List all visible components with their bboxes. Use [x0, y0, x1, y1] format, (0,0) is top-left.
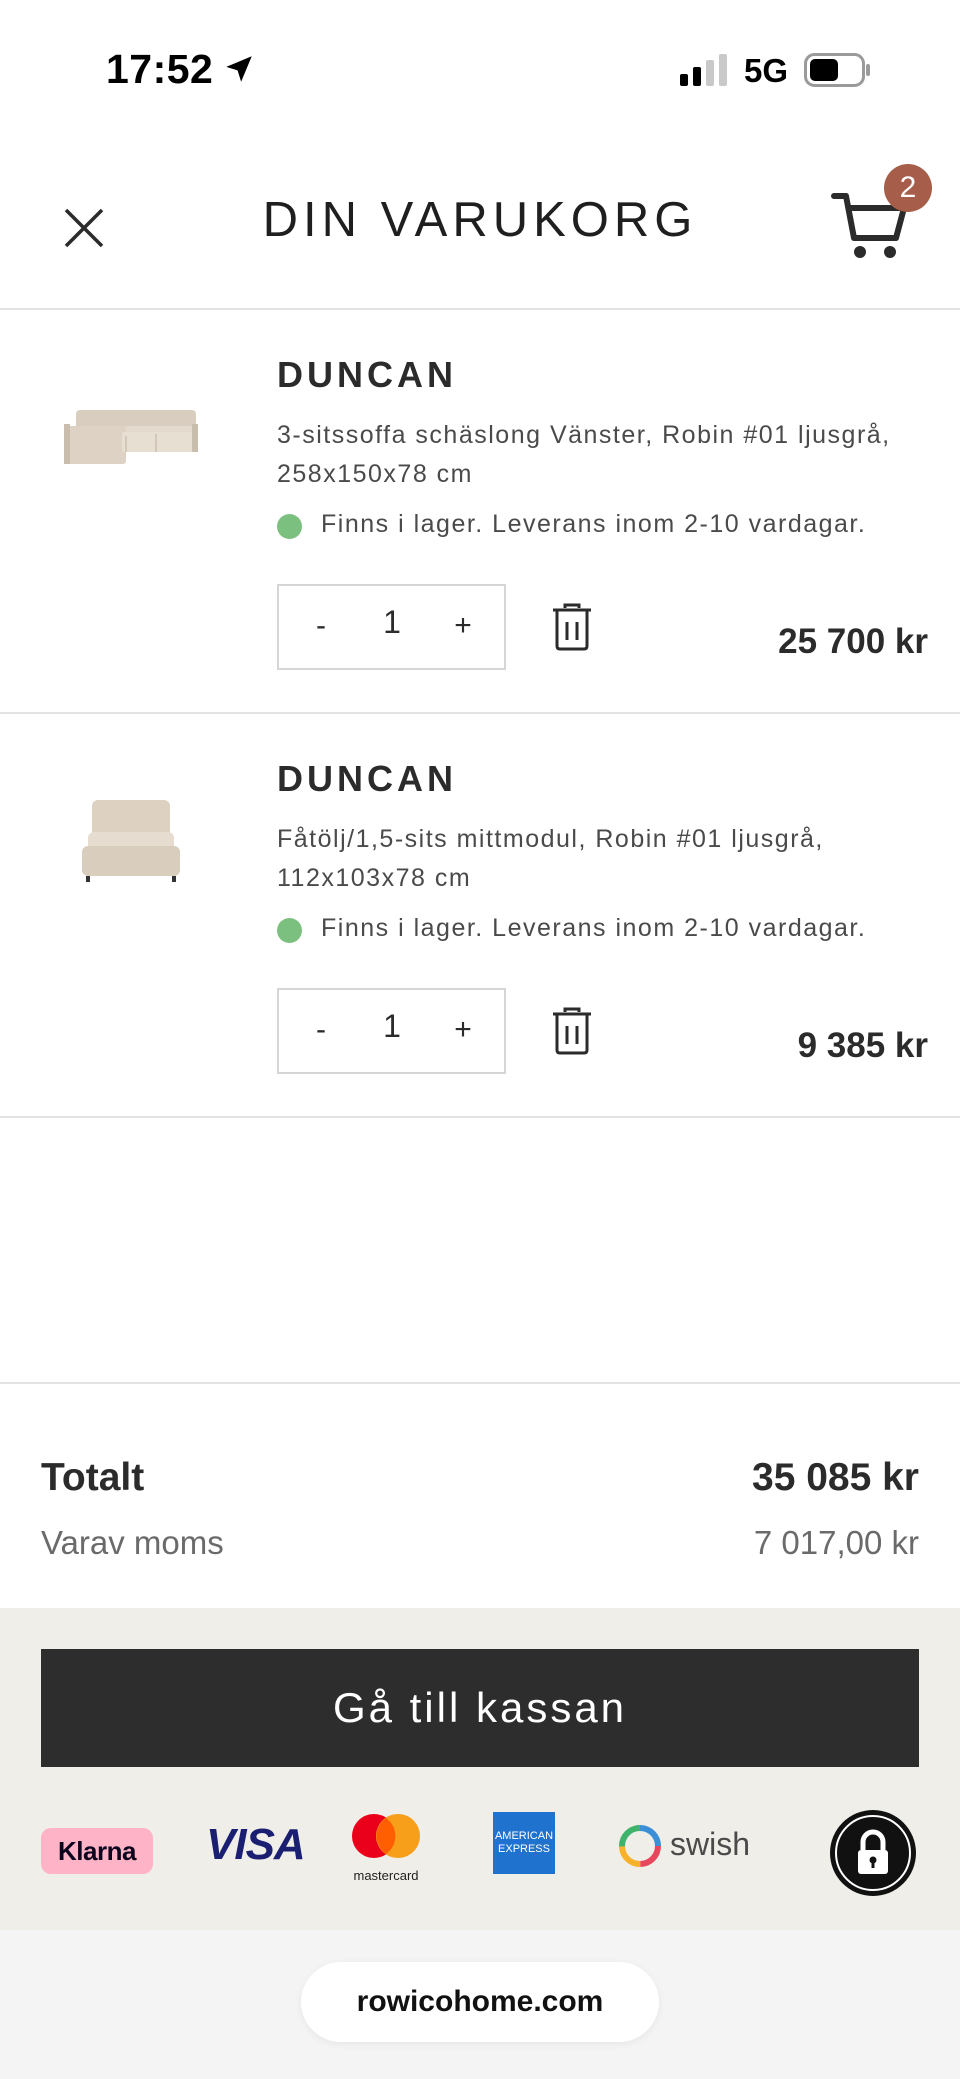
stock-status-text: Finns i lager. Leverans inom 2-10 vardag… [321, 914, 867, 942]
status-time: 17:52 [106, 46, 214, 92]
swish-logo: swish [616, 1822, 750, 1872]
quantity-value[interactable]: 1 [361, 604, 423, 641]
quantity-value[interactable]: 1 [361, 1008, 423, 1045]
quantity-stepper: - 1 + [277, 584, 506, 670]
url-bar[interactable]: rowicohome.com [301, 1962, 659, 2042]
visa-logo: VISA [206, 1820, 306, 1869]
payment-methods: Klarna VISA mastercard AMERICAN EXPRESS … [0, 1808, 960, 1898]
increase-quantity-button[interactable]: + [443, 606, 483, 650]
vat-label: Varav moms [41, 1524, 224, 1561]
vat-value: 7 017,00 kr [753, 1524, 919, 1561]
item-price: 9 385 kr [797, 1026, 928, 1065]
stock-status-dot [277, 514, 302, 539]
trash-icon[interactable] [550, 602, 594, 652]
product-image-sofa[interactable] [56, 388, 206, 488]
product-description: Fåtölj/1,5-sits mittmodul, Robin #01 lju… [277, 825, 824, 892]
product-description: 3-sitssoffa schäslong Vänster, Robin #01… [277, 421, 891, 488]
mastercard-circles-icon [352, 1814, 420, 1858]
checkout-area: Gå till kassan Klarna VISA mastercard AM… [0, 1608, 960, 1930]
item-price: 25 700 kr [778, 622, 928, 661]
product-name[interactable]: DUNCAN [277, 758, 457, 800]
decrease-quantity-button[interactable]: - [301, 606, 341, 650]
quantity-stepper: - 1 + [277, 988, 506, 1074]
network-label: 5G [744, 52, 789, 89]
total-label: Totalt [41, 1456, 145, 1499]
cart-count-badge: 2 [884, 164, 932, 212]
stock-status-dot [277, 918, 302, 943]
decrease-quantity-button[interactable]: - [301, 1010, 341, 1054]
cart-header: DIN VARUKORG 2 [0, 140, 960, 310]
mastercard-logo: mastercard [344, 1812, 428, 1883]
signal-icon [680, 54, 727, 86]
klarna-logo: Klarna [41, 1828, 153, 1874]
swish-icon [619, 1825, 661, 1867]
increase-quantity-button[interactable]: + [443, 1010, 483, 1054]
swish-label: swish [670, 1826, 751, 1862]
total-value: 35 085 kr [752, 1456, 919, 1499]
checkout-button[interactable]: Gå till kassan [41, 1649, 919, 1767]
cart-item: DUNCAN 3-sitssoffa schäslong Vänster, Ro… [0, 310, 960, 714]
trash-icon[interactable] [550, 1006, 594, 1056]
amex-logo: AMERICAN EXPRESS [493, 1812, 555, 1874]
totals-divider [0, 1382, 960, 1384]
product-name[interactable]: DUNCAN [277, 354, 457, 396]
trygg-lock-icon [830, 1810, 916, 1896]
cart-item: DUNCAN Fåtölj/1,5-sits mittmodul, Robin … [0, 714, 960, 1118]
location-arrow-icon [226, 56, 252, 82]
mastercard-label: mastercard [353, 1868, 419, 1883]
browser-bar: rowicohome.com [0, 1930, 960, 2079]
battery-icon [804, 53, 870, 87]
product-image-armchair[interactable] [56, 792, 206, 892]
stock-status-text: Finns i lager. Leverans inom 2-10 vardag… [321, 510, 867, 538]
page-title: DIN VARUKORG [262, 193, 698, 247]
status-bar: 17:52 5G [0, 0, 960, 140]
